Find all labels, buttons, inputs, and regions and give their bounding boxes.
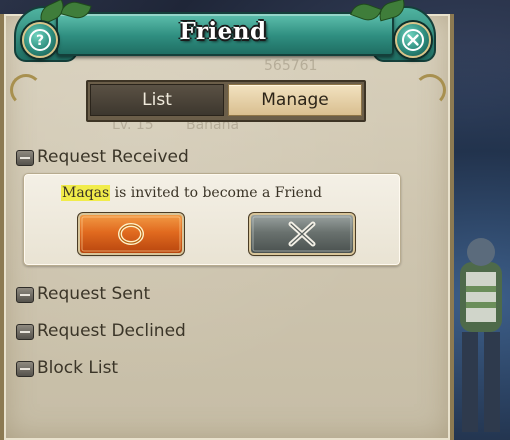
close-button[interactable] bbox=[395, 22, 431, 58]
section-label: Request Declined bbox=[37, 321, 186, 341]
help-button[interactable]: ? bbox=[22, 22, 58, 58]
tab-list[interactable]: List bbox=[90, 84, 224, 116]
decline-button[interactable] bbox=[251, 215, 353, 253]
accept-button[interactable] bbox=[80, 215, 182, 253]
corner-ornament bbox=[414, 74, 446, 106]
invitation-card: Maqas is invited to become a Friend bbox=[23, 173, 401, 266]
svg-text:?: ? bbox=[36, 33, 44, 49]
collapse-minus-icon[interactable] bbox=[16, 361, 34, 377]
window-title: Friend bbox=[179, 18, 267, 45]
question-mark-icon: ? bbox=[29, 29, 51, 51]
tab-bar: List Manage bbox=[86, 80, 366, 122]
circle-o-icon bbox=[81, 216, 181, 252]
invitation-message: Maqas is invited to become a Friend bbox=[61, 185, 322, 201]
collapse-minus-icon[interactable] bbox=[16, 150, 34, 166]
tab-manage[interactable]: Manage bbox=[228, 84, 362, 116]
section-label: Block List bbox=[37, 358, 119, 378]
section-request-declined[interactable]: Request Declined bbox=[16, 320, 196, 344]
collapse-minus-icon[interactable] bbox=[16, 287, 34, 303]
corner-ornament bbox=[10, 74, 42, 106]
npc-character bbox=[460, 238, 502, 432]
section-block-list[interactable]: Block List bbox=[16, 357, 136, 381]
invitation-text: is invited to become a Friend bbox=[110, 185, 322, 201]
section-label: Request Sent bbox=[37, 284, 151, 304]
x-cross-icon bbox=[252, 216, 352, 252]
invitee-name[interactable]: Maqas bbox=[61, 185, 111, 201]
section-request-received[interactable]: Request Received bbox=[16, 146, 196, 170]
faded-text: 565761 bbox=[264, 58, 318, 74]
section-request-sent[interactable]: Request Sent bbox=[16, 283, 176, 307]
collapse-minus-icon[interactable] bbox=[16, 324, 34, 340]
section-label: Request Received bbox=[37, 147, 189, 167]
close-x-icon bbox=[402, 29, 424, 51]
